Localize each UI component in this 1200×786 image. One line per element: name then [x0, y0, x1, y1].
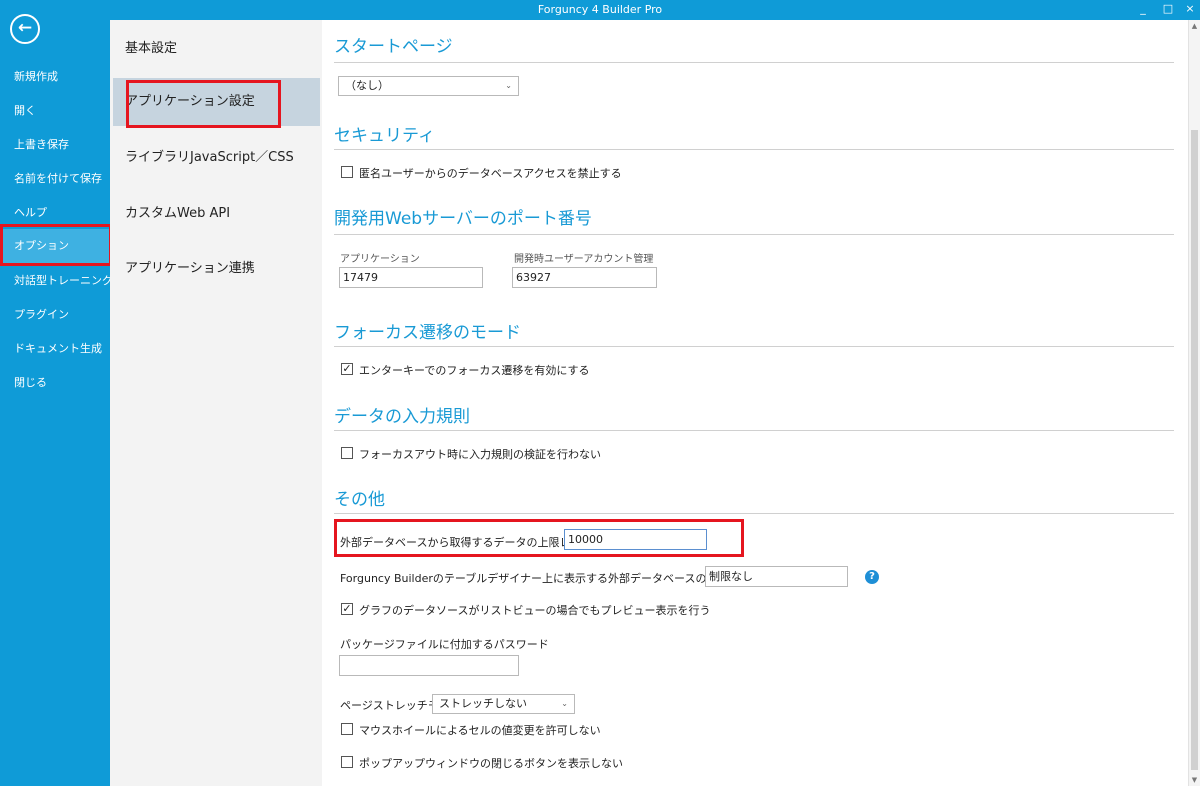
nav-item-help[interactable]: ヘルプ	[0, 196, 110, 230]
settings-content: スタートページ （なし） ⌄ セキュリティ 匿名ユーザーからのデータベースアクセ…	[322, 20, 1188, 786]
enter-key-focus-label: エンターキーでのフォーカス遷移を有効にする	[359, 364, 590, 377]
stretch-mode-select[interactable]: ストレッチしない ⌄	[432, 694, 575, 714]
anon-db-access-label: 匿名ユーザーからのデータベースアクセスを禁止する	[359, 167, 622, 180]
options-category-panel: 基本設定 アプリケーション設定 ライブラリJavaScript／CSS カスタム…	[110, 20, 322, 786]
nav-item-save-as[interactable]: 名前を付けて保存	[0, 162, 110, 196]
chart-preview-label: グラフのデータソースがリストビューの場合でもプレビュー表示を行う	[359, 604, 711, 617]
app-title: Forguncy 4 Builder Pro	[537, 3, 663, 16]
chevron-down-icon: ⌄	[505, 81, 512, 90]
category-library-js-css[interactable]: ライブラリJavaScript／CSS	[113, 134, 320, 182]
checkbox-box	[341, 166, 353, 178]
heading-other: その他	[334, 490, 385, 510]
backstage-nav: ← 新規作成 開く 上書き保存 名前を付けて保存 ヘルプ オプション 対話型トレ…	[0, 0, 113, 786]
maximize-button[interactable]: □	[1159, 2, 1177, 15]
help-icon[interactable]: ?	[865, 570, 879, 584]
stretch-mode-value: ストレッチしない	[439, 697, 527, 710]
package-password-input[interactable]	[339, 655, 519, 676]
category-app-integration[interactable]: アプリケーション連携	[113, 245, 320, 293]
checkbox-box	[341, 756, 353, 768]
divider	[334, 430, 1174, 431]
nav-item-training[interactable]: 対話型トレーニング	[0, 264, 113, 298]
checkmark-icon: ✓	[341, 362, 353, 375]
nav-item-plugins[interactable]: プラグイン	[0, 298, 110, 332]
popup-close-button-label: ポップアップウィンドウの閉じるボタンを表示しない	[359, 757, 623, 770]
close-window-button[interactable]: ×	[1181, 2, 1199, 15]
heading-security: セキュリティ	[334, 126, 435, 146]
divider	[334, 346, 1174, 347]
nav-item-close[interactable]: 閉じる	[0, 366, 110, 400]
start-page-value: （なし）	[345, 79, 389, 92]
start-page-select[interactable]: （なし） ⌄	[338, 76, 519, 96]
account-port-input[interactable]: 63927	[512, 267, 657, 288]
minimize-button[interactable]: _	[1134, 2, 1152, 15]
nav-item-options[interactable]: オプション	[0, 229, 110, 263]
app-port-input[interactable]: 17479	[339, 267, 483, 288]
heading-start-page: スタートページ	[334, 37, 453, 57]
nav-item-save[interactable]: 上書き保存	[0, 128, 110, 162]
checkbox-box	[341, 723, 353, 735]
nav-item-new[interactable]: 新規作成	[0, 60, 110, 94]
heading-focus-mode: フォーカス遷移のモード	[334, 323, 521, 343]
scroll-thumb[interactable]	[1191, 130, 1198, 770]
vertical-scrollbar[interactable]: ▲ ▼	[1188, 20, 1200, 786]
package-password-label: パッケージファイルに付加するパスワード	[340, 638, 549, 651]
heading-dev-ports: 開発用Webサーバーのポート番号	[334, 209, 592, 229]
nav-item-document[interactable]: ドキュメント生成	[0, 332, 110, 366]
account-port-label: 開発時ユーザーアカウント管理	[514, 254, 654, 265]
designer-limit-input[interactable]: 制限なし	[705, 566, 848, 587]
mouse-wheel-label: マウスホイールによるセルの値変更を許可しない	[359, 724, 601, 737]
scroll-down-icon[interactable]: ▼	[1189, 776, 1200, 784]
category-custom-web-api[interactable]: カスタムWeb API	[113, 190, 320, 238]
divider	[334, 234, 1174, 235]
heading-input-validation: データの入力規則	[334, 407, 470, 427]
category-application[interactable]: アプリケーション設定	[113, 78, 320, 126]
nav-item-open[interactable]: 開く	[0, 94, 110, 128]
scroll-up-icon[interactable]: ▲	[1189, 22, 1200, 30]
divider	[334, 149, 1174, 150]
record-limit-input[interactable]: 10000	[564, 529, 707, 550]
chevron-down-icon: ⌄	[561, 699, 568, 708]
back-arrow-icon[interactable]: ←	[10, 14, 40, 44]
checkbox-box	[341, 447, 353, 459]
category-basic[interactable]: 基本設定	[113, 25, 320, 73]
divider	[334, 62, 1174, 63]
divider	[334, 513, 1174, 514]
title-bar: Forguncy 4 Builder Pro _ □ ×	[0, 0, 1200, 20]
checkmark-icon: ✓	[341, 602, 353, 615]
app-port-label: アプリケーション	[340, 254, 420, 265]
skip-validation-label: フォーカスアウト時に入力規則の検証を行わない	[359, 448, 601, 461]
